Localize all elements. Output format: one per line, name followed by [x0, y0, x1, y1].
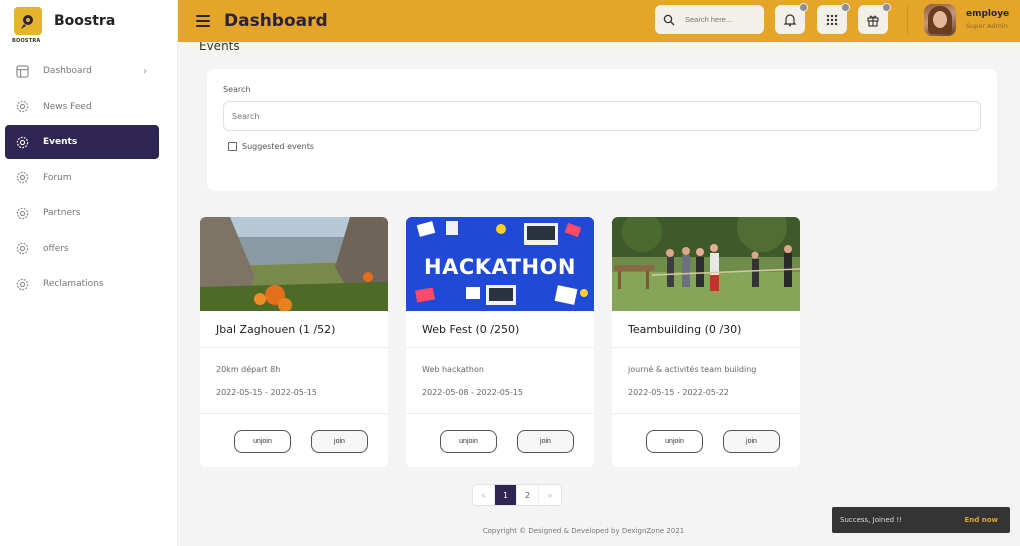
header-search-input[interactable] [685, 15, 755, 24]
pagination: « 1 2 » [472, 484, 562, 506]
dashboard-icon [15, 64, 29, 78]
gift-button[interactable] [858, 3, 891, 34]
page-title: Dashboard [224, 11, 328, 31]
brand-logo: BOOSTRA [12, 7, 42, 44]
pagination-page-2[interactable]: 2 [517, 485, 539, 505]
event-image-teambuilding [612, 217, 800, 311]
gear-icon [15, 277, 29, 291]
sidebar-item-label: Partners [43, 208, 81, 218]
gear-icon [15, 206, 29, 220]
avatar[interactable] [924, 4, 956, 36]
event-actions: unjoin join [200, 413, 388, 467]
notification-badge [799, 3, 808, 12]
sidebar-item-label: offers [43, 243, 69, 254]
sidebar-item-label: Forum [43, 172, 72, 183]
header-search[interactable] [655, 5, 764, 34]
event-description: journé & activités team building [628, 365, 757, 374]
brand-name: Boostra [54, 13, 116, 29]
sidebar-item-label: News Feed [43, 101, 92, 112]
sidebar-item-reclamations[interactable]: Reclamations [5, 267, 159, 301]
gift-icon [867, 15, 879, 27]
gear-icon [15, 242, 29, 256]
event-card: Teambuilding (0 /30) journé & activités … [612, 217, 800, 467]
pagination-page-1[interactable]: 1 [495, 485, 517, 505]
search-icon [663, 14, 675, 25]
success-toast: Success, Joined !! End now [832, 507, 1010, 533]
hamburger-menu-icon[interactable] [196, 15, 210, 27]
join-button[interactable]: join [723, 430, 780, 453]
toast-action-button[interactable]: End now [965, 516, 998, 524]
toast-message: Success, Joined !! [840, 516, 902, 524]
sidebar-item-label: Dashboard [43, 66, 92, 76]
event-title: Jbal Zaghouen (1 /52) [200, 311, 388, 348]
event-actions: unjoin join [406, 413, 594, 467]
sidebar-item-partners[interactable]: Partners [5, 196, 159, 230]
bell-icon [783, 13, 797, 26]
event-card: Jbal Zaghouen (1 /52) 20km départ 8h 202… [200, 217, 388, 467]
hackathon-banner-text: HACKATHON [424, 255, 576, 279]
user-role: Super Admin [966, 22, 1008, 30]
sidebar: BOOSTRA Boostra Dashboard › News Feed Ev… [0, 0, 178, 546]
pagination-next[interactable]: » [539, 485, 561, 505]
event-title: Teambuilding (0 /30) [612, 311, 800, 348]
brand-logo-text: BOOSTRA [12, 38, 41, 44]
top-header: Dashboard employe Super Admin [178, 0, 1020, 42]
unjoin-button[interactable]: unjoin [440, 430, 497, 453]
event-title: Web Fest (0 /250) [406, 311, 594, 348]
apps-badge [841, 3, 850, 12]
gear-icon [15, 171, 29, 185]
section-title: Events [199, 42, 240, 53]
user-name[interactable]: employe [966, 9, 1009, 19]
header-divider [907, 5, 908, 35]
sidebar-item-offers[interactable]: offers [5, 232, 159, 266]
sidebar-item-dashboard[interactable]: Dashboard › [5, 54, 159, 88]
apps-grid-icon [826, 14, 838, 25]
gear-icon [15, 135, 29, 149]
search-label: Search [223, 85, 251, 94]
unjoin-button[interactable]: unjoin [646, 430, 703, 453]
event-image-mountain [200, 217, 388, 311]
event-search-panel: Search Suggested events [207, 69, 997, 191]
gear-icon [15, 100, 29, 114]
main-content: Events Search Suggested events Jbal [178, 42, 1020, 546]
event-description: Web hackathon [422, 365, 484, 374]
event-image-hackathon: HACKATHON [406, 217, 594, 311]
rocket-logo-icon [21, 15, 33, 29]
event-actions: unjoin join [612, 413, 800, 467]
sidebar-item-forum[interactable]: Forum [5, 161, 159, 195]
chevron-right-icon: › [143, 65, 147, 77]
apps-button[interactable] [817, 3, 850, 34]
event-dates: 2022-05-15 - 2022-05-15 [216, 388, 317, 397]
join-button[interactable]: join [311, 430, 368, 453]
sidebar-item-label: Reclamations [43, 279, 104, 289]
sidebar-nav: Dashboard › News Feed Events Forum Partn… [0, 54, 177, 301]
event-search-input[interactable] [223, 101, 981, 131]
event-dates: 2022-05-08 - 2022-05-15 [422, 388, 523, 397]
brand[interactable]: BOOSTRA Boostra [0, 0, 177, 44]
sidebar-item-news-feed[interactable]: News Feed [5, 90, 159, 124]
sidebar-item-label: Events [43, 137, 78, 147]
event-dates: 2022-05-15 - 2022-05-22 [628, 388, 729, 397]
checkbox-box[interactable] [228, 142, 237, 151]
suggested-events-label: Suggested events [242, 142, 315, 151]
join-button[interactable]: join [517, 430, 574, 453]
gift-badge [882, 3, 891, 12]
sidebar-item-events[interactable]: Events [5, 125, 159, 159]
event-card: HACKATHON Web Fest (0 /250) Web hackatho… [406, 217, 594, 467]
event-description: 20km départ 8h [216, 365, 281, 374]
pagination-prev[interactable]: « [473, 485, 495, 505]
notifications-button[interactable] [775, 3, 808, 34]
suggested-events-checkbox[interactable]: Suggested events [228, 142, 314, 151]
unjoin-button[interactable]: unjoin [234, 430, 291, 453]
